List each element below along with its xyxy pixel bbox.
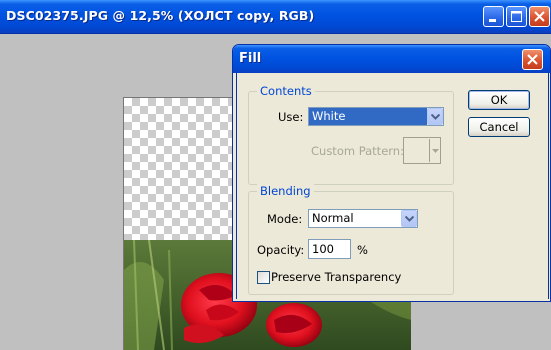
dialog-title: Fill: [239, 51, 262, 66]
contents-group: Contents Use: White Custom Pattern:: [248, 84, 454, 185]
mode-select[interactable]: Normal: [308, 209, 418, 228]
opacity-unit: %: [357, 243, 368, 257]
minimize-icon: [489, 19, 496, 22]
opacity-label: Opacity:: [257, 243, 305, 257]
ok-button[interactable]: OK: [468, 90, 530, 110]
custom-pattern-label: Custom Pattern:: [311, 144, 404, 158]
chevron-down-icon: [405, 216, 414, 222]
use-label: Use:: [278, 110, 304, 124]
cancel-button[interactable]: Cancel: [468, 117, 530, 137]
close-icon: [527, 54, 538, 65]
maximize-icon: [511, 11, 522, 22]
mode-select-value: Normal: [312, 211, 354, 225]
document-titlebar[interactable]: DSC02375.JPG @ 12,5% (ХОЛСТ copy, RGB): [0, 0, 551, 34]
document-title: DSC02375.JPG @ 12,5% (ХОЛСТ copy, RGB): [6, 8, 315, 23]
preserve-transparency-checkbox[interactable]: [257, 271, 270, 284]
close-document-button[interactable]: [529, 6, 550, 27]
maximize-button[interactable]: [506, 6, 527, 27]
close-icon: [534, 11, 545, 22]
use-select-value: White: [309, 108, 427, 125]
mode-label: Mode:: [267, 212, 303, 226]
mode-dropdown-button[interactable]: [401, 210, 417, 227]
use-select[interactable]: White: [308, 107, 444, 126]
custom-pattern-picker: [403, 137, 441, 164]
blending-legend: Blending: [257, 184, 314, 198]
blending-group: Blending Mode: Normal Opacity: 100 % Pre…: [248, 184, 454, 295]
fill-dialog: Fill Contents Use: White Custom Pattern:…: [232, 44, 551, 302]
contents-legend: Contents: [257, 84, 315, 98]
pattern-swatch: [405, 139, 430, 162]
dialog-body: Contents Use: White Custom Pattern: Blen…: [236, 73, 549, 299]
preserve-transparency-label[interactable]: Preserve Transparency: [271, 270, 401, 284]
chevron-down-icon: [432, 149, 439, 153]
minimize-button[interactable]: [483, 6, 504, 27]
use-dropdown-button[interactable]: [427, 108, 443, 125]
opacity-input[interactable]: 100: [308, 239, 351, 259]
dialog-titlebar[interactable]: Fill: [233, 45, 550, 73]
close-dialog-button[interactable]: [522, 49, 543, 70]
chevron-down-icon: [431, 114, 440, 120]
